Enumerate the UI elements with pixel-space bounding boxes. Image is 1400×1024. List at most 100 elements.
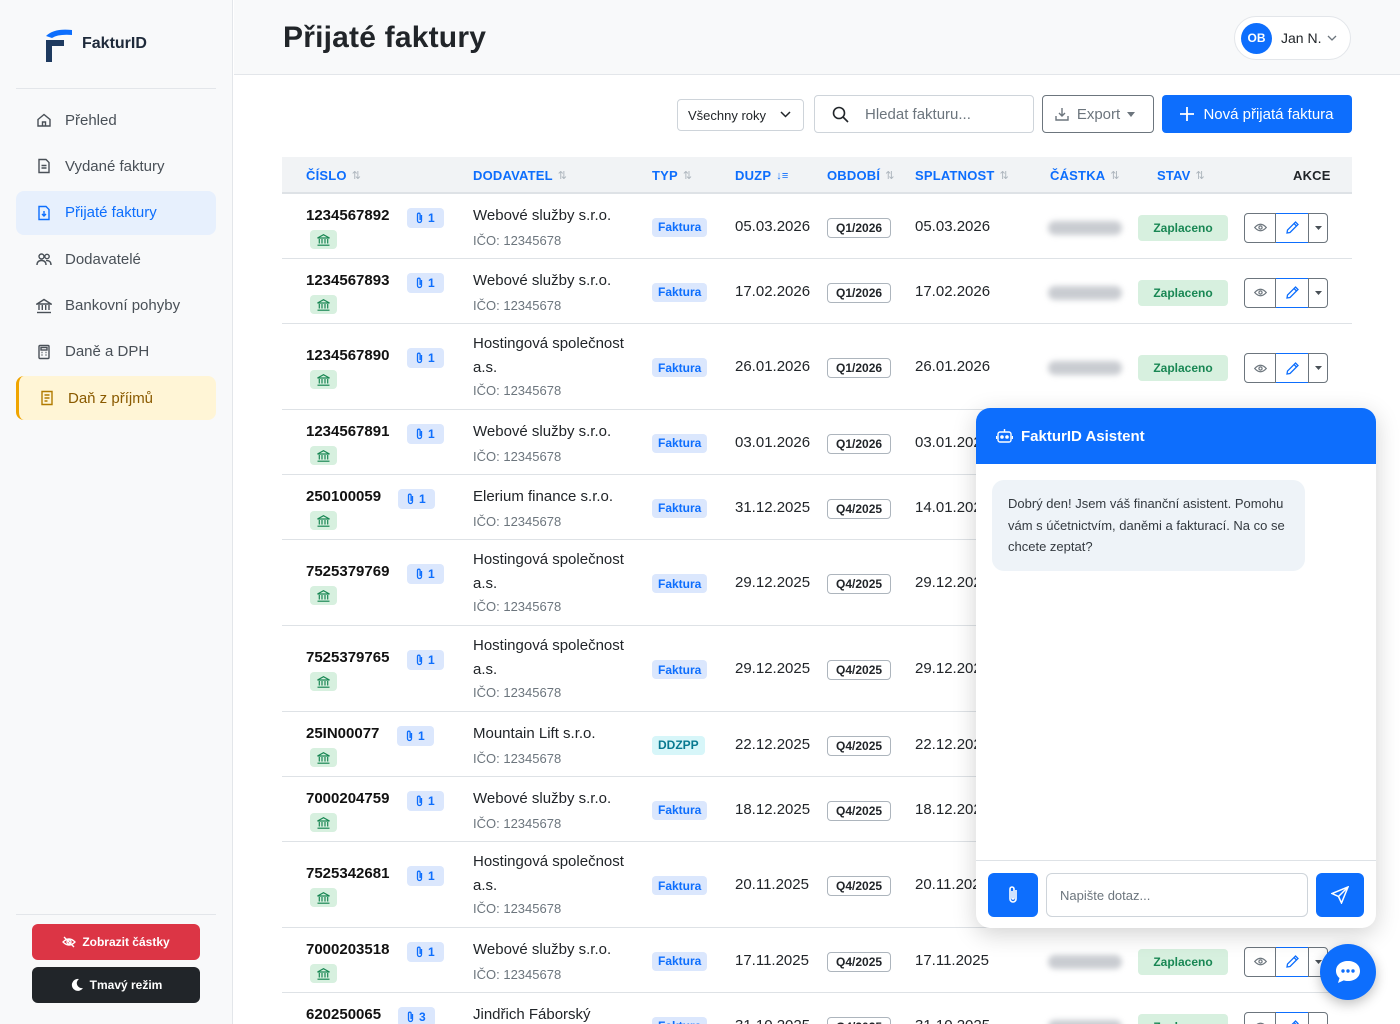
view-button[interactable] — [1244, 1011, 1276, 1024]
view-button[interactable] — [1244, 946, 1276, 977]
chat-attach-button[interactable] — [988, 873, 1038, 917]
invoice-number[interactable]: 7000203518 — [306, 941, 389, 958]
view-button[interactable] — [1244, 353, 1276, 383]
export-button[interactable]: Export — [1042, 95, 1154, 133]
invoice-number[interactable]: 25IN00077 — [306, 725, 379, 742]
attachment-badge[interactable]: 1 — [407, 649, 444, 670]
show-amounts-button[interactable]: Zobrazit částky — [32, 924, 200, 960]
new-received-invoice-button[interactable]: Nová přijatá faktura — [1162, 95, 1352, 133]
attachment-badge[interactable]: 1 — [397, 725, 434, 746]
supplier-name[interactable]: Webové služby s.r.o. — [473, 938, 633, 962]
user-menu[interactable]: OB Jan N. — [1234, 16, 1351, 60]
attachment-badge[interactable]: 1 — [407, 423, 444, 444]
dark-mode-button[interactable]: Tmavý režim — [32, 967, 200, 1003]
nav-item-overview[interactable]: Přehled — [16, 98, 216, 142]
edit-button[interactable] — [1276, 353, 1308, 383]
invoice-number[interactable]: 1234567890 — [306, 347, 389, 364]
table-row[interactable]: 7000203518 1 Webové služby s.r.o. IČO: 1234… — [282, 928, 1352, 993]
column-header-supplier[interactable]: DODAVATEL ⇅ — [473, 168, 567, 183]
more-actions-button[interactable] — [1308, 353, 1328, 383]
invoice-number[interactable]: 620250065 — [306, 1006, 381, 1023]
invoice-number[interactable]: 7525379769 — [306, 563, 389, 580]
supplier-name[interactable]: Hostingová společnost a.s. — [473, 332, 633, 380]
attachment-badge[interactable]: 1 — [398, 488, 435, 509]
table-row[interactable]: 620250065 3 Jindřich Fáborský Faktura 31.10.… — [282, 993, 1352, 1024]
robot-icon — [996, 429, 1013, 443]
chat-header: FakturID Asistent — [976, 408, 1376, 464]
attachment-badge[interactable]: 1 — [407, 563, 444, 584]
supplier-name[interactable]: Webové služby s.r.o. — [473, 787, 633, 811]
supplier-name[interactable]: Jindřich Fáborský — [473, 1003, 633, 1024]
nav-item-taxes-vat[interactable]: Daně a DPH — [16, 330, 216, 374]
supplier-ico: IČO: 12345678 — [473, 449, 562, 464]
attachment-badge[interactable]: 1 — [407, 207, 444, 228]
column-header-period[interactable]: OBDOBÍ ⇅ — [827, 168, 895, 183]
supplier-name[interactable]: Hostingová společnost a.s. — [473, 850, 633, 898]
more-actions-button[interactable] — [1308, 1011, 1328, 1024]
column-header-status[interactable]: STAV ⇅ — [1157, 168, 1205, 183]
attachment-badge[interactable]: 1 — [407, 865, 444, 886]
year-filter-select[interactable]: Všechny roky — [677, 99, 804, 131]
chat-toggle-button[interactable] — [1320, 944, 1376, 1000]
invoice-number[interactable]: 1234567892 — [306, 207, 389, 224]
supplier-name[interactable]: Mountain Lift s.r.o. — [473, 722, 633, 746]
period-badge: Q4/2025 — [827, 498, 892, 519]
period-badge: Q4/2025 — [827, 735, 892, 756]
attachment-badge[interactable]: 1 — [407, 941, 444, 962]
sort-icon: ⇅ — [885, 170, 895, 182]
column-header-amount[interactable]: ČÁSTKA ⇅ — [1050, 168, 1120, 183]
column-header-due[interactable]: SPLATNOST ⇅ — [915, 168, 1009, 183]
supplier-name[interactable]: Hostingová společnost a.s. — [473, 548, 633, 596]
invoice-number[interactable]: 250100059 — [306, 488, 381, 505]
edit-button[interactable] — [1276, 212, 1308, 243]
logo-icon — [46, 29, 72, 62]
row-actions — [1244, 353, 1328, 383]
nav-item-suppliers[interactable]: Dodavatelé — [16, 237, 216, 281]
edit-button[interactable] — [1276, 946, 1308, 977]
chat-input[interactable] — [1046, 873, 1308, 917]
due-date: 26.01.2026 — [915, 358, 991, 375]
supplier-name[interactable]: Hostingová společnost a.s. — [473, 634, 633, 682]
nav-item-income-tax[interactable]: Daň z příjmů — [16, 376, 216, 421]
invoice-number[interactable]: 7000204759 — [306, 790, 389, 807]
supplier-name[interactable]: Elerium finance s.r.o. — [473, 485, 633, 509]
column-header-duzp[interactable]: DUZP ↓≡ — [735, 168, 789, 183]
period-badge: Q4/2025 — [827, 876, 892, 896]
nav-item-received-invoices[interactable]: Přijaté faktury — [16, 190, 216, 235]
view-button[interactable] — [1244, 277, 1276, 308]
column-header-actions: AKCE — [1293, 168, 1331, 183]
edit-button[interactable] — [1276, 1011, 1308, 1024]
paperclip-icon — [416, 870, 423, 881]
bank-match-badge — [310, 672, 337, 691]
more-actions-button[interactable] — [1308, 212, 1328, 243]
chat-send-button[interactable] — [1316, 873, 1364, 917]
view-button[interactable] — [1244, 212, 1276, 243]
supplier-ico: IČO: 12345678 — [473, 816, 562, 831]
supplier-name[interactable]: Webové služby s.r.o. — [473, 204, 633, 228]
invoice-number[interactable]: 7525342681 — [306, 865, 389, 882]
more-actions-button[interactable] — [1308, 277, 1328, 308]
bank-icon — [317, 675, 330, 688]
edit-button[interactable] — [1276, 277, 1308, 308]
attachment-badge[interactable]: 1 — [407, 790, 444, 811]
attachment-badge[interactable]: 1 — [407, 347, 444, 368]
paperclip-icon — [416, 277, 423, 288]
invoice-number[interactable]: 7525379765 — [306, 649, 389, 666]
bank-match-badge — [310, 813, 337, 832]
invoice-number[interactable]: 1234567891 — [306, 423, 389, 440]
table-row[interactable]: 1234567890 1 Hostingová společnost a.s. IČO… — [282, 324, 1352, 410]
search-input[interactable] — [865, 105, 1025, 123]
bank-icon — [317, 298, 330, 311]
attachment-badge[interactable]: 3 — [398, 1006, 435, 1024]
table-row[interactable]: 1234567893 1 Webové služby s.r.o. IČO: 1234… — [282, 259, 1352, 324]
nav-item-issued-invoices[interactable]: Vydané faktury — [16, 144, 216, 188]
attachment-badge[interactable]: 1 — [407, 272, 444, 293]
invoice-number[interactable]: 1234567893 — [306, 272, 389, 289]
column-header-number[interactable]: ČÍSLO ⇅ — [306, 168, 361, 183]
nav-item-bank-transactions[interactable]: Bankovní pohyby — [16, 284, 216, 328]
app-logo[interactable]: FakturID — [42, 26, 147, 62]
column-header-type[interactable]: TYP ⇅ — [652, 168, 692, 183]
supplier-name[interactable]: Webové služby s.r.o. — [473, 269, 633, 293]
table-row[interactable]: 1234567892 1 Webové služby s.r.o. IČO: 1234… — [282, 194, 1352, 259]
supplier-name[interactable]: Webové služby s.r.o. — [473, 420, 633, 444]
